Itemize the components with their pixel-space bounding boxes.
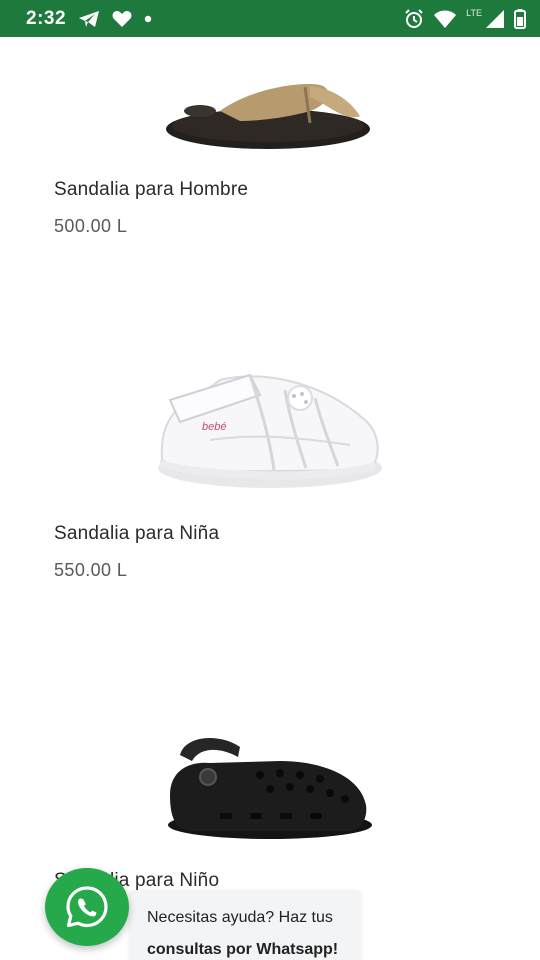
- whatsapp-help-line1: Necesitas ayuda? Haz tus: [147, 909, 333, 926]
- battery-icon: [514, 8, 526, 29]
- product-name[interactable]: Sandalia para Niña: [54, 523, 219, 545]
- notification-dot-icon: [144, 15, 152, 23]
- whatsapp-help-line2: consultas por Whatsapp!: [147, 941, 339, 958]
- product-image-black-clog[interactable]: [55, 720, 485, 850]
- product-image-flip-flop[interactable]: [55, 57, 485, 175]
- product-card[interactable]: Sandalia para Hombre 500.00 L: [0, 37, 540, 267]
- product-image-white-sandal[interactable]: bebé: [55, 345, 485, 505]
- alarm-icon: [404, 8, 424, 29]
- network-type-label: LTE: [466, 7, 482, 18]
- status-left: 2:32: [26, 8, 152, 30]
- whatsapp-icon: [64, 884, 110, 930]
- svg-text:bebé: bebé: [202, 421, 226, 433]
- signal-icon: [486, 9, 504, 28]
- status-time: 2:32: [26, 7, 67, 29]
- heart-icon: [112, 10, 132, 28]
- product-price: 550.00 L: [54, 560, 128, 580]
- product-price: 500.00 L: [54, 216, 128, 236]
- telegram-icon: [78, 10, 100, 28]
- wifi-icon: [434, 10, 457, 28]
- status-right: LTE: [404, 7, 526, 29]
- status-bar: 2:32 LTE: [0, 0, 540, 37]
- whatsapp-button[interactable]: [45, 868, 129, 946]
- whatsapp-help-bubble[interactable]: Necesitas ayuda? Haz tus consultas por W…: [129, 890, 361, 960]
- product-card[interactable]: bebé Sandalia para Niña 550.00 L: [0, 290, 540, 610]
- product-name[interactable]: Sandalia para Hombre: [54, 179, 248, 201]
